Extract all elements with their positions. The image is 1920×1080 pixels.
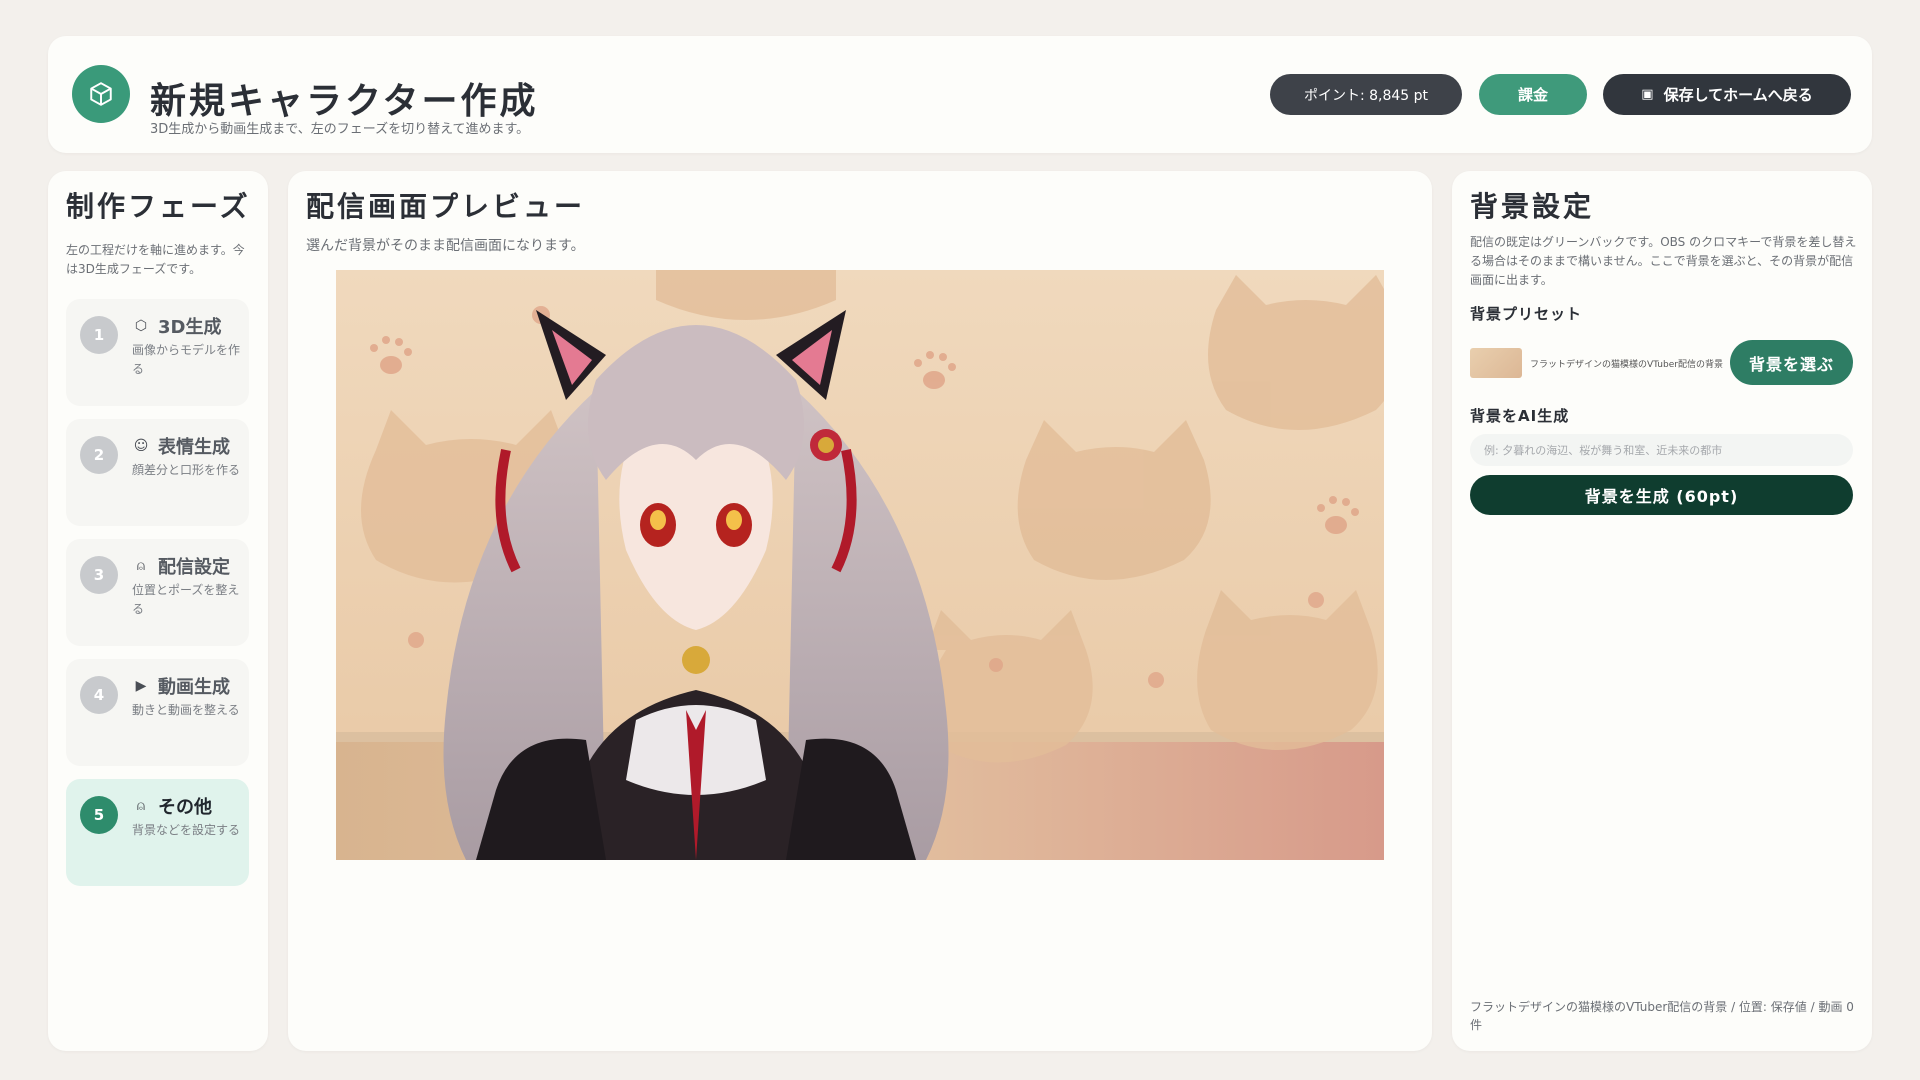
play-icon: ▶ (135, 678, 147, 694)
phase-description: 背景などを設定する (132, 823, 241, 837)
phases-title: 制作フェーズ (66, 190, 251, 223)
user-icon: ⍝ (136, 558, 146, 574)
preset-thumbnail[interactable] (1470, 348, 1522, 378)
page-title: 新規キャラクター作成 (150, 80, 539, 122)
background-description: 配信の既定はグリーンバックです。OBS のクロマキーで背景を差し替える場合はその… (1470, 235, 1857, 287)
phase-heading: ⍝ その他 (132, 793, 212, 819)
phase-card-5[interactable]: 5 ⍝ その他背景などを設定する (66, 779, 249, 886)
save-and-home-label: 保存してホームへ戻る (1663, 86, 1813, 104)
preview-description: 選んだ背景がそのまま配信画面になります。 (306, 238, 585, 254)
phase-heading: ▶ 動画生成 (132, 673, 230, 699)
phase-number: 5 (80, 796, 118, 834)
phase-number: 1 (80, 316, 118, 354)
phase-description: 位置とポーズを整える (132, 583, 240, 616)
phases-description: 左の工程だけを軸に進めます。今は3D生成フェーズです。 (66, 243, 245, 276)
background-settings-panel: 背景設定 配信の既定はグリーンバックです。OBS のクロマキーで背景を差し替える… (1452, 171, 1872, 1051)
preset-section-label: 背景プリセット (1470, 305, 1583, 323)
phase-heading: ☺ 表情生成 (132, 433, 230, 459)
ai-section-label: 背景をAI生成 (1470, 407, 1570, 425)
phase-title: 動画生成 (158, 677, 230, 698)
charge-button[interactable]: 課金 (1479, 74, 1587, 115)
phase-heading: ⬡ 3D生成 (132, 313, 222, 339)
phase-card-2[interactable]: 2 ☺ 表情生成顔差分と口形を作る (66, 419, 249, 526)
phase-title: その他 (158, 797, 212, 818)
app-header: 新規キャラクター作成 3D生成から動画生成まで、左のフェーズを切り替えて進めます… (48, 36, 1872, 153)
save-icon: ▣ (1641, 87, 1654, 102)
phase-number: 3 (80, 556, 118, 594)
phase-description: 顔差分と口形を作る (132, 463, 241, 477)
phase-sidebar: 制作フェーズ 左の工程だけを軸に進めます。今は3D生成フェーズです。 1 ⬡ 3D生… (48, 171, 268, 1051)
phase-title: 配信設定 (158, 557, 230, 578)
ai-background-prompt-input[interactable] (1470, 434, 1853, 466)
phase-number: 4 (80, 676, 118, 714)
choose-background-button[interactable]: 背景を選ぶ (1730, 340, 1853, 385)
phase-card-3[interactable]: 3 ⍝ 配信設定位置とポーズを整える (66, 539, 249, 646)
preview-title: 配信画面プレビュー (306, 190, 586, 223)
phase-title: 表情生成 (158, 437, 230, 458)
background-status: フラットデザインの猫模様のVTuber配信の背景 / 位置: 保存値 / 動画 … (1470, 1000, 1854, 1032)
phase-heading: ⍝ 配信設定 (132, 553, 230, 579)
cube-icon: ⬡ (134, 318, 148, 334)
generate-background-button[interactable]: 背景を生成 (60pt) (1470, 475, 1853, 515)
phase-title: 3D生成 (158, 317, 222, 338)
phase-description: 動きと動画を整える (132, 703, 240, 717)
phase-card-4[interactable]: 4 ▶ 動画生成動きと動画を整える (66, 659, 249, 766)
preview-panel: 配信画面プレビュー 選んだ背景がそのまま配信画面になります。 (288, 171, 1432, 1051)
phase-card-1[interactable]: 1 ⬡ 3D生成画像からモデルを作る (66, 299, 249, 406)
phase-description: 画像からモデルを作る (132, 343, 241, 376)
preset-name: フラットデザインの猫模様のVTuber配信の背景 (1530, 360, 1723, 370)
user-icon: ⍝ (136, 798, 146, 814)
page-subtitle: 3D生成から動画生成まで、左のフェーズを切り替えて進めます。 (150, 122, 530, 137)
save-and-home-button[interactable]: ▣ 保存してホームへ戻る (1603, 74, 1851, 115)
smile-icon: ☺ (133, 438, 149, 454)
background-title: 背景設定 (1470, 190, 1595, 223)
stream-preview-stage (336, 270, 1384, 860)
cube-icon (72, 65, 130, 123)
phase-number: 2 (80, 436, 118, 474)
points-badge: ポイント: 8,845 pt (1270, 74, 1462, 115)
